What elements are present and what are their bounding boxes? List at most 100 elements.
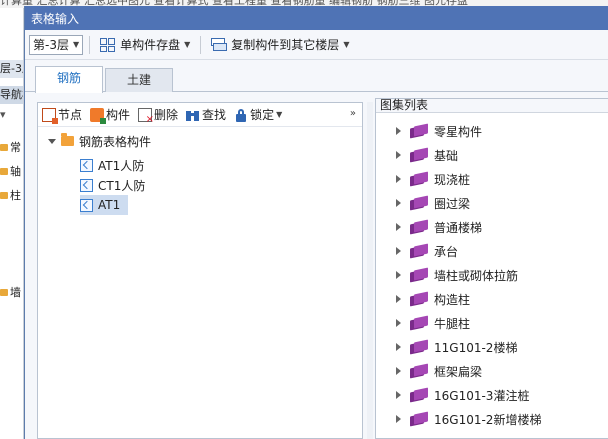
tree-item-selected[interactable]: AT1 <box>80 195 129 215</box>
expand-triangle-icon[interactable] <box>396 343 401 351</box>
tree-item[interactable]: CT1人防 <box>80 175 145 195</box>
tree-item-label: AT1 <box>98 198 121 212</box>
atlas-item-label: 圈过梁 <box>434 196 471 211</box>
tab-civil[interactable]: 土建 <box>105 68 173 92</box>
book-icon <box>410 243 428 258</box>
atlas-item[interactable]: 零星构件 <box>396 121 482 141</box>
folder-icon <box>0 191 8 199</box>
background-item[interactable]: 墙 <box>0 284 21 300</box>
book-icon <box>410 315 428 330</box>
atlas-item-label: 零星构件 <box>434 124 483 139</box>
expand-triangle-icon[interactable] <box>396 151 401 159</box>
atlas-item[interactable]: 普通楼梯 <box>396 217 482 237</box>
expand-triangle-icon[interactable] <box>396 175 401 183</box>
find-button[interactable]: 查找 <box>186 106 226 123</box>
copy-icon <box>211 37 228 52</box>
atlas-item-label: 牛腿柱 <box>434 316 471 331</box>
atlas-item-label: 框架扁梁 <box>434 364 483 379</box>
delete-button[interactable]: 删除 <box>138 106 178 125</box>
expand-triangle-icon[interactable] <box>396 127 401 135</box>
copy-to-floors-button[interactable]: 复制构件到其它楼层 ▼ <box>207 34 353 56</box>
expand-triangle-icon[interactable] <box>396 271 401 279</box>
floor-select[interactable]: 第-3层 ▼ <box>29 34 84 55</box>
expand-triangle-icon[interactable] <box>396 223 401 231</box>
atlas-item[interactable]: 16G101-2新增楼梯 <box>396 409 541 429</box>
component-node-icon <box>80 198 93 212</box>
atlas-item[interactable]: 现浇桩 <box>396 169 470 189</box>
atlas-item[interactable]: 圈过梁 <box>396 193 470 213</box>
pane-splitter[interactable] <box>367 102 373 439</box>
binoculars-icon <box>186 108 200 122</box>
folder-icon <box>0 288 8 296</box>
atlas-item[interactable]: 承台 <box>396 241 458 261</box>
chevron-down-icon[interactable]: ▼ <box>184 40 190 49</box>
collapse-triangle-icon[interactable] <box>48 138 56 144</box>
atlas-item[interactable]: 框架扁梁 <box>396 361 482 381</box>
atlas-item[interactable]: 11G101-2楼梯 <box>396 337 517 357</box>
atlas-list-pane: 图集列表 零星构件 基础 现浇桩 圈过梁 普通楼梯 承台 墙柱或砌体拉筋 构造柱 牛腿柱 11G1… <box>375 98 608 439</box>
folder-icon <box>0 143 8 151</box>
save-component-label: 单构件存盘 <box>120 38 181 52</box>
expand-triangle-icon[interactable] <box>396 295 401 303</box>
dialog-titlebar[interactable]: 表格输入 <box>25 6 608 30</box>
find-label: 查找 <box>202 108 227 122</box>
expand-triangle-icon[interactable] <box>396 391 401 399</box>
folder-icon <box>0 167 8 175</box>
book-icon <box>410 195 428 210</box>
component-node-icon <box>80 178 93 192</box>
tree-item-label: AT1人防 <box>98 158 145 173</box>
book-icon <box>410 291 428 306</box>
book-icon <box>410 147 428 162</box>
atlas-item-label: 16G101-3灌注桩 <box>434 388 530 403</box>
atlas-item[interactable]: 构造柱 <box>396 289 470 309</box>
book-icon <box>410 219 428 234</box>
atlas-item[interactable]: 牛腿柱 <box>396 313 470 333</box>
add-node-button[interactable]: 节点 <box>42 106 83 124</box>
background-item[interactable]: 常 <box>0 139 21 155</box>
atlas-item[interactable]: 基础 <box>396 145 458 165</box>
add-component-button[interactable]: 构件 <box>90 106 130 124</box>
atlas-item-label: 11G101-2楼梯 <box>434 340 518 355</box>
expand-triangle-icon[interactable] <box>396 367 401 375</box>
background-item[interactable]: 柱 <box>0 187 21 203</box>
copy-to-floors-label: 复制构件到其它楼层 <box>231 38 340 52</box>
atlas-item[interactable]: 墙柱或砌体拉筋 <box>396 265 518 285</box>
expand-triangle-icon[interactable] <box>396 415 401 423</box>
toolbar-divider <box>89 35 91 54</box>
component-node-icon <box>80 158 93 172</box>
add-node-label: 节点 <box>58 108 83 122</box>
table-input-dialog: 表格输入 第-3层 ▼ 单构件存盘 ▼ 复制构件到其它楼层 ▼ 钢筋 土建 节点 <box>24 6 608 439</box>
background-link: ▾ <box>0 108 6 121</box>
atlas-item-label: 基础 <box>434 148 459 163</box>
tree-root-label: 钢筋表格构件 <box>79 134 152 149</box>
lock-label: 锁定 <box>250 108 275 122</box>
chevron-down-icon: ▼ <box>276 110 283 119</box>
expand-triangle-icon[interactable] <box>396 199 401 207</box>
save-component-button[interactable]: 单构件存盘 ▼ <box>96 34 194 56</box>
atlas-item[interactable]: 16G101-3灌注桩 <box>396 385 529 405</box>
component-icon <box>90 107 107 124</box>
tree-item-label: CT1人防 <box>98 178 146 193</box>
tree-item[interactable]: AT1人防 <box>80 155 144 175</box>
background-item[interactable]: 轴 <box>0 163 21 179</box>
tree-root-node[interactable]: 钢筋表格构件 <box>48 131 151 151</box>
delete-icon <box>138 107 154 125</box>
lock-icon <box>234 108 248 122</box>
book-icon <box>410 387 428 402</box>
chevron-down-icon[interactable]: ▼ <box>343 40 349 49</box>
atlas-item-label: 承台 <box>434 244 459 259</box>
tab-rebar[interactable]: 钢筋 <box>35 66 103 93</box>
tab-strip: 钢筋 土建 <box>25 60 608 93</box>
expand-triangle-icon[interactable] <box>396 319 401 327</box>
book-icon <box>410 339 428 354</box>
folder-icon <box>61 133 74 146</box>
book-icon <box>410 411 428 426</box>
lock-button[interactable]: 锁定 ▼ <box>234 106 282 123</box>
book-icon <box>410 171 428 186</box>
expand-triangle-icon[interactable] <box>396 247 401 255</box>
toolbar-divider <box>200 35 202 54</box>
toolbar-overflow-button[interactable]: » <box>350 108 356 119</box>
component-tree-pane: 节点 构件 删除 查找 锁定 ▼ » <box>37 102 363 439</box>
book-icon <box>410 363 428 378</box>
atlas-item-label: 普通楼梯 <box>434 220 483 235</box>
